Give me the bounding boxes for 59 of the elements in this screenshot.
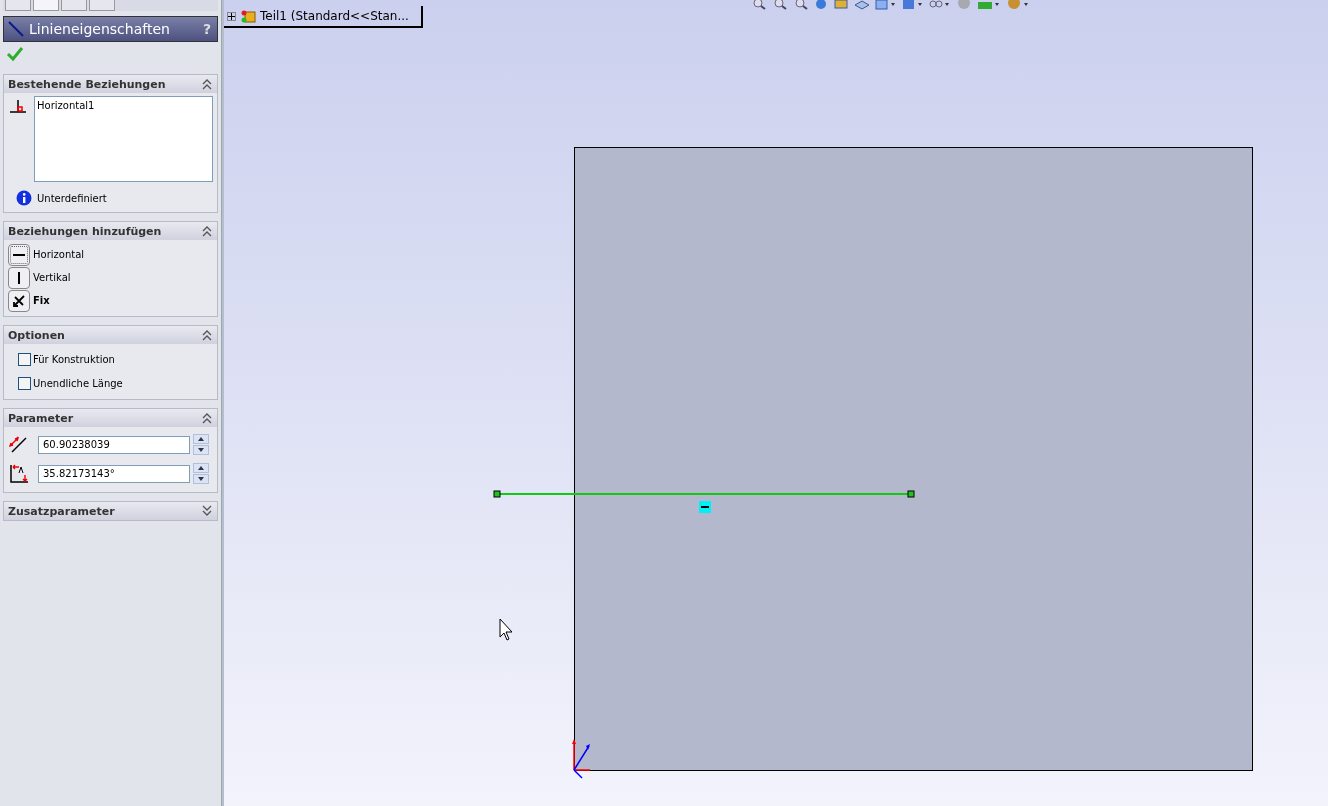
vertical-line-icon	[18, 271, 20, 284]
collapse-chevron-icon[interactable]	[201, 225, 213, 237]
checkbox[interactable]	[18, 376, 31, 390]
ok-checkmark-icon[interactable]	[6, 46, 24, 62]
checkbox-label: Für Konstruktion	[33, 353, 115, 365]
horizontal-button[interactable]	[8, 243, 30, 266]
spin-control[interactable]	[193, 434, 209, 455]
plane-icon[interactable]	[853, 0, 870, 10]
origin-axes-icon	[572, 739, 591, 779]
group-header[interactable]: Zusatzparameter	[4, 502, 217, 520]
expand-icon[interactable]	[227, 11, 236, 21]
relation-label: Vertikal	[33, 272, 71, 283]
feature-tree-item[interactable]: Teil1 (Standard<<Stan...	[224, 6, 423, 28]
zoom-icon[interactable]	[792, 0, 809, 10]
up-arrow-icon[interactable]	[198, 466, 204, 470]
tree-item-label: Teil1 (Standard<<Stan...	[260, 9, 409, 23]
help-button[interactable]: ?	[202, 21, 211, 37]
collapse-chevron-icon[interactable]	[201, 329, 213, 341]
checkbox-label: Unendliche Länge	[33, 377, 123, 389]
group-title: Optionen	[8, 328, 65, 342]
zoom-icon[interactable]	[750, 0, 767, 10]
relation-label: Fix	[33, 295, 50, 306]
horizontal-relation-icon	[699, 501, 711, 513]
collapse-chevron-icon[interactable]	[201, 78, 213, 90]
spin-control[interactable]	[193, 463, 209, 484]
group-header[interactable]: Optionen	[4, 326, 217, 344]
relation-label: Horizontal	[33, 249, 85, 260]
group-header[interactable]: Beziehungen hinzufügen	[4, 222, 217, 240]
line-icon	[7, 20, 25, 38]
angle-dimension-icon	[8, 462, 30, 485]
display-style-icon[interactable]	[901, 0, 924, 10]
relations-list[interactable]: Horizontal1	[34, 96, 213, 182]
parameter-field[interactable]: 35.82173143°	[38, 464, 190, 483]
collapse-chevron-icon[interactable]	[201, 412, 213, 424]
group-title: Bestehende Beziehungen	[8, 77, 166, 91]
part-icon	[240, 8, 256, 24]
horizontal-line-icon	[13, 253, 25, 256]
view-orientation-icon[interactable]	[874, 0, 897, 10]
panel-title: Linieneigenschaften	[29, 21, 171, 37]
up-arrow-icon[interactable]	[198, 437, 204, 441]
mouse-cursor-icon	[499, 618, 513, 641]
down-arrow-icon[interactable]	[198, 477, 204, 481]
zoom-icon[interactable]	[771, 0, 788, 10]
checkbox[interactable]	[18, 352, 31, 366]
group-title: Beziehungen hinzufügen	[8, 224, 162, 238]
group-title: Parameter	[8, 411, 74, 425]
status-text: Unterdefiniert	[37, 192, 107, 204]
parameter-field[interactable]: 60.90238039	[38, 435, 190, 454]
group-header[interactable]: Parameter	[4, 409, 217, 427]
info-icon	[16, 190, 32, 206]
fix-button[interactable]	[8, 289, 30, 312]
vertical-button[interactable]	[8, 266, 30, 289]
property-tab[interactable]	[33, 0, 59, 11]
group-header[interactable]: Bestehende Beziehungen	[4, 75, 217, 93]
relation-item[interactable]: Horizontal1	[37, 100, 210, 111]
expand-chevron-icon[interactable]	[201, 505, 213, 517]
sketch-line[interactable]	[493, 490, 915, 498]
group-title: Zusatzparameter	[8, 504, 115, 518]
down-arrow-icon[interactable]	[198, 448, 204, 452]
